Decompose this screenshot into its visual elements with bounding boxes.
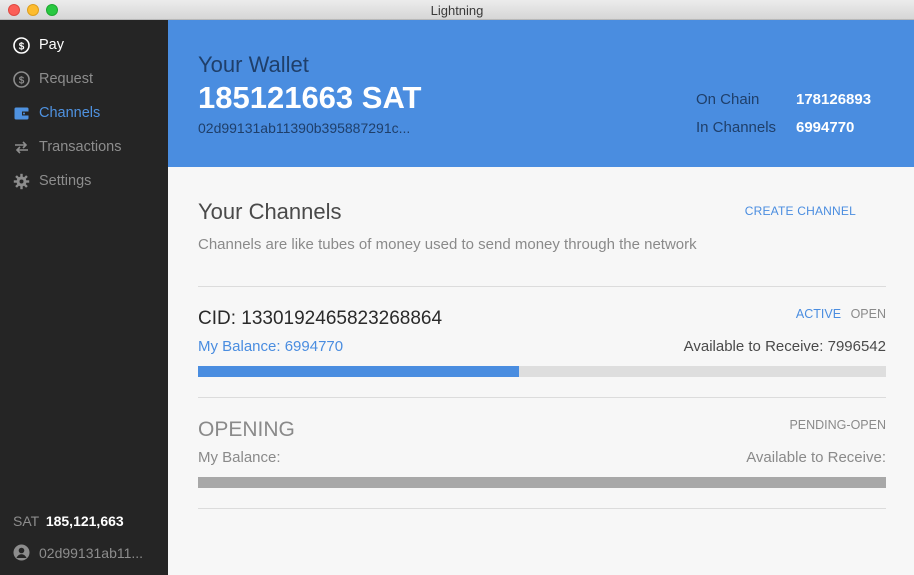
status-active-badge: ACTIVE (795, 307, 842, 321)
in-channels-label: In Channels (696, 119, 777, 136)
page-title: Your Channels (198, 199, 342, 224)
wallet-pubkey[interactable]: 02d99131ab11390b395887291c... (198, 120, 410, 136)
wallet-amount: 185121663 SAT (198, 80, 422, 115)
channel-id: CID: 1330192465823268864 (198, 308, 443, 329)
status-open-badge: OPEN (850, 307, 886, 321)
svg-text:$: $ (19, 41, 25, 52)
sidebar-item-label: Channels (39, 105, 101, 121)
my-balance: My Balance: (198, 449, 281, 466)
dollar-circle-icon: $ (13, 70, 30, 88)
available-to-receive: Available to Receive: 7996542 (683, 338, 886, 355)
balance-unit: SAT (13, 513, 39, 529)
wallet-icon (13, 105, 30, 122)
sidebar: $ Pay $ Request Channels Transactions Se… (0, 20, 168, 575)
dollar-circle-icon: $ (13, 36, 30, 54)
identity-pubkey: 02d99131ab11... (39, 544, 144, 561)
sidebar-item-label: Request (39, 71, 94, 87)
svg-text:$: $ (19, 75, 25, 86)
sidebar-item-label: Pay (39, 37, 64, 53)
available-to-receive: Available to Receive: (746, 449, 886, 466)
wallet-header: Your Wallet 185121663 SAT 02d99131ab1139… (168, 20, 914, 167)
on-chain-value: 178126893 (796, 91, 872, 108)
sidebar-item-settings[interactable]: Settings (13, 171, 91, 191)
swap-arrows-icon (13, 139, 30, 156)
user-avatar-icon (13, 544, 30, 561)
in-channels-value: 6994770 (796, 119, 855, 136)
window-title: Lightning (430, 3, 484, 18)
capacity-bar (198, 366, 886, 377)
capacity-bar-fill (198, 366, 519, 377)
channel-state-title: OPENING (198, 418, 295, 441)
status-pending-badge: PENDING-OPEN (789, 418, 886, 432)
create-channel-button[interactable]: CREATE CHANNEL (745, 204, 856, 218)
balance-amount: 185,121,663 (45, 513, 124, 529)
page-description: Channels are like tubes of money used to… (198, 236, 697, 253)
channel-status: ACTIVE OPEN (796, 307, 886, 321)
wallet-label: Your Wallet (198, 52, 309, 77)
sidebar-item-channels[interactable]: Channels (13, 103, 100, 123)
channels-panel: Your Channels CREATE CHANNEL Channels ar… (168, 167, 914, 575)
on-chain-label: On Chain (696, 91, 760, 108)
sidebar-item-transactions[interactable]: Transactions (13, 137, 121, 157)
channel-item[interactable]: CID: 1330192465823268864 ACTIVE OPEN My … (198, 287, 886, 397)
gear-icon (13, 173, 30, 190)
window-titlebar: Lightning (0, 0, 914, 20)
channel-item-pending[interactable]: OPENING PENDING-OPEN My Balance: Availab… (198, 398, 886, 508)
sidebar-item-label: Transactions (39, 139, 122, 155)
divider (198, 508, 886, 509)
sidebar-balance: SAT 185,121,663 (13, 513, 124, 529)
capacity-bar (198, 477, 886, 488)
sidebar-item-pay[interactable]: $ Pay (13, 35, 64, 55)
sidebar-identity[interactable]: 02d99131ab11... (13, 544, 143, 561)
my-balance: My Balance: 6994770 (198, 338, 344, 355)
sidebar-item-request[interactable]: $ Request (13, 69, 93, 89)
sidebar-item-label: Settings (39, 173, 92, 189)
